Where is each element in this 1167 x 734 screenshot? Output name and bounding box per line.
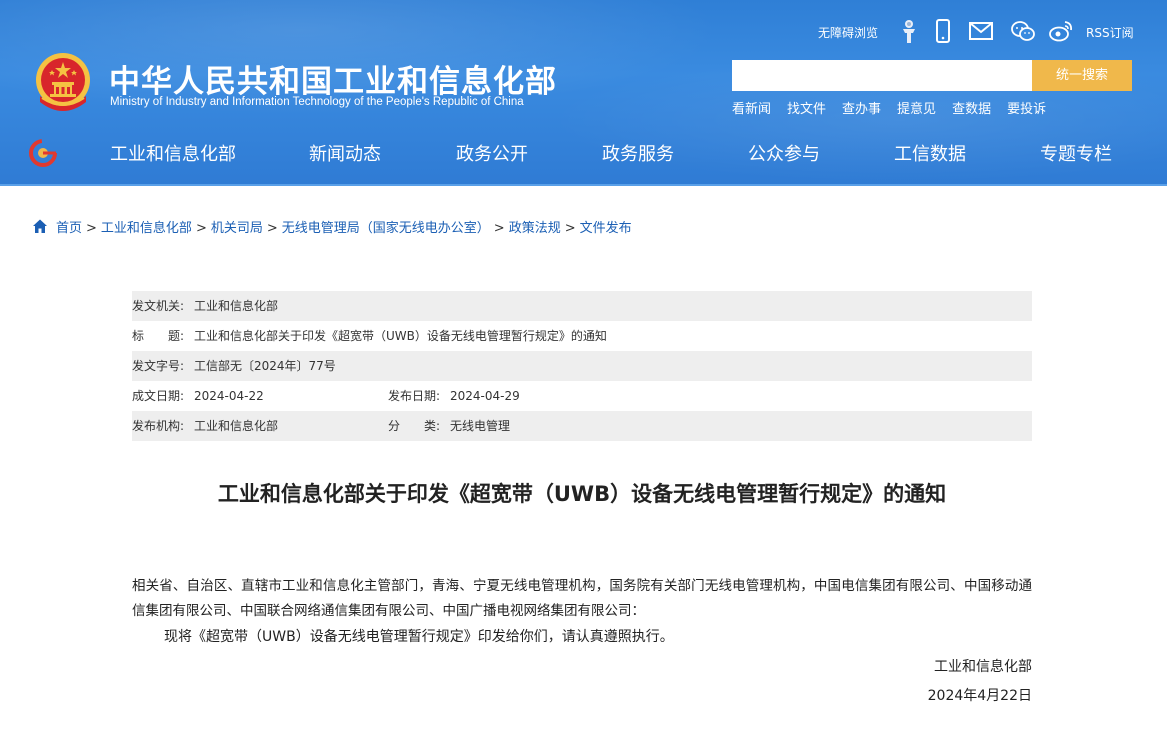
site-subtitle: Ministry of Industry and Information Tec… <box>110 96 524 108</box>
quick-link-documents[interactable]: 找文件 <box>787 98 826 117</box>
search-button[interactable]: 统一搜索 <box>1032 60 1132 91</box>
category-label: 分 类: <box>388 419 441 433</box>
breadcrumb-departments[interactable]: 机关司局 <box>211 221 263 236</box>
weibo-icon[interactable] <box>1048 18 1074 44</box>
published-date-value: 2024-04-29 <box>450 389 520 403</box>
quick-link-services[interactable]: 查办事 <box>842 98 881 117</box>
article-body: 相关省、自治区、直辖市工业和信息化主管部门，青海、宁夏无线电管理机构，国务院有关… <box>132 574 1032 704</box>
search-field-wrapper <box>732 60 1032 91</box>
published-date-label: 发布日期: <box>388 389 441 403</box>
info-row-doc-number: 发文字号: 工信部无〔2024年〕77号 <box>132 351 1032 381</box>
home-icon[interactable] <box>32 218 48 234</box>
signature-date: 2024年4月22日 <box>927 688 1032 704</box>
main-nav: 工业和信息化部 新闻动态 政务公开 政务服务 公众参与 工信数据 专题专栏 <box>0 132 1167 174</box>
breadcrumb-separator: > <box>86 221 97 236</box>
quick-link-suggestions[interactable]: 提意见 <box>897 98 936 117</box>
breadcrumb-separator: > <box>266 221 278 236</box>
body-paragraph: 现将《超宽带（UWB）设备无线电管理暂行规定》印发给你们，请认真遵照执行。 <box>164 629 674 645</box>
quick-link-data[interactable]: 查数据 <box>952 98 991 117</box>
breadcrumb-separator: > <box>493 221 505 236</box>
signature-organization: 工业和信息化部 <box>934 659 1032 675</box>
mobile-phone-icon[interactable] <box>930 18 956 44</box>
recipients-paragraph: 相关省、自治区、直辖市工业和信息化主管部门，青海、宁夏无线电管理机构，国务院有关… <box>132 578 1032 619</box>
rss-link[interactable]: RSS订阅 <box>1086 24 1134 41</box>
issuer-label: 发文机关: <box>132 299 185 313</box>
info-row-dates: 成文日期: 2024-04-22 发布日期: 2024-04-29 <box>132 381 1032 411</box>
breadcrumb-separator: > <box>195 221 207 236</box>
mail-icon[interactable] <box>968 18 994 44</box>
quick-link-news[interactable]: 看新闻 <box>732 98 771 117</box>
accessibility-link[interactable]: 无障碍浏览 <box>818 24 878 41</box>
breadcrumb-policies[interactable]: 政策法规 <box>509 221 561 236</box>
breadcrumb-separator: > <box>564 221 576 236</box>
info-row-issuer: 发文机关: 工业和信息化部 <box>132 291 1032 321</box>
search-input[interactable] <box>732 60 1032 91</box>
title-label: 标 题: <box>132 329 185 343</box>
quick-link-complaints[interactable]: 要投诉 <box>1007 98 1046 117</box>
nav-item-government-affairs[interactable]: 政务公开 <box>456 140 528 166</box>
top-tools: 无障碍浏览 RSS订阅 <box>818 18 1148 46</box>
title-value: 工业和信息化部关于印发《超宽带（UWB）设备无线电管理暂行规定》的通知 <box>194 329 607 343</box>
national-emblem-icon[interactable] <box>32 50 94 116</box>
document-info-table: 发文机关: 工业和信息化部 标 题: 工业和信息化部关于印发《超宽带（UWB）设… <box>132 291 1032 441</box>
breadcrumb-home[interactable]: 首页 <box>56 221 82 236</box>
wechat-icon[interactable] <box>1010 18 1036 44</box>
site-title: 中华人民共和国工业和信息化部 <box>109 64 557 100</box>
miit-logo-icon[interactable] <box>28 138 58 168</box>
header-divider <box>0 184 1167 186</box>
info-row-agency: 发布机构: 工业和信息化部 分 类: 无线电管理 <box>132 411 1032 441</box>
nav-item-ministry[interactable]: 工业和信息化部 <box>110 140 236 166</box>
nav-item-news[interactable]: 新闻动态 <box>309 140 381 166</box>
nav-item-government-services[interactable]: 政务服务 <box>602 140 674 166</box>
breadcrumb-documents[interactable]: 文件发布 <box>580 221 632 236</box>
agency-label: 发布机构: <box>132 419 185 433</box>
quick-links: 看新闻 找文件 查办事 提意见 查数据 要投诉 <box>732 98 1062 117</box>
article-title: 工业和信息化部关于印发《超宽带（UWB）设备无线电管理暂行规定》的通知 <box>217 482 947 506</box>
created-date-label: 成文日期: <box>132 389 185 403</box>
accessibility-person-icon[interactable] <box>896 18 922 44</box>
created-date-value: 2024-04-22 <box>194 389 264 403</box>
site-header: 中华人民共和国工业和信息化部 Ministry of Industry and … <box>0 0 1167 186</box>
info-row-title: 标 题: 工业和信息化部关于印发《超宽带（UWB）设备无线电管理暂行规定》的通知 <box>132 321 1032 351</box>
doc-number-value: 工信部无〔2024年〕77号 <box>194 359 336 373</box>
nav-item-special-topics[interactable]: 专题专栏 <box>1040 140 1112 166</box>
doc-number-label: 发文字号: <box>132 359 185 373</box>
issuer-value: 工业和信息化部 <box>194 299 279 313</box>
agency-value: 工业和信息化部 <box>194 419 279 433</box>
nav-item-public-participation[interactable]: 公众参与 <box>748 140 820 166</box>
breadcrumb-ministry[interactable]: 工业和信息化部 <box>101 221 192 236</box>
nav-item-data[interactable]: 工信数据 <box>894 140 966 166</box>
category-value: 无线电管理 <box>450 419 511 433</box>
breadcrumb-radio-bureau[interactable]: 无线电管理局（国家无线电办公室） <box>282 221 490 236</box>
